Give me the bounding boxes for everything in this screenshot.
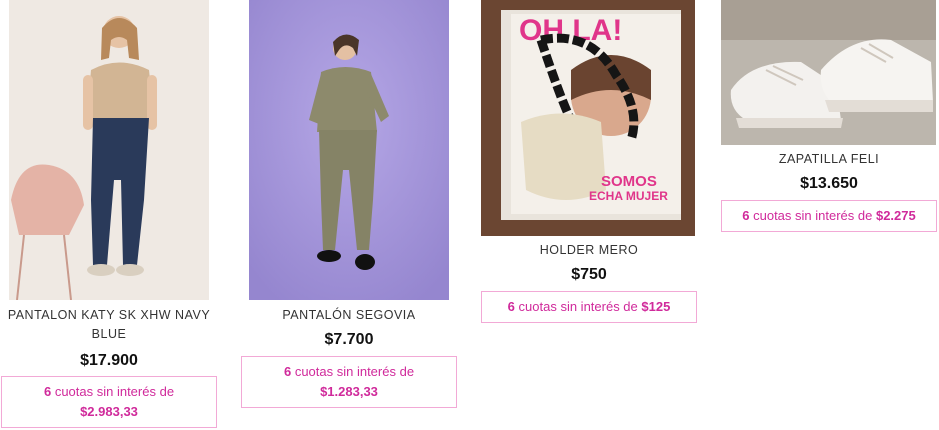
magazine-headline: SOMOS bbox=[601, 173, 657, 190]
product-image-1[interactable] bbox=[9, 0, 209, 300]
product-name-3[interactable]: HOLDER MERO bbox=[480, 241, 698, 260]
installments-text: cuotas sin interés de bbox=[518, 299, 638, 314]
installments-count: 6 bbox=[507, 299, 515, 314]
installments-box-1: 6 cuotas sin interés de $2.983,33 bbox=[1, 376, 217, 428]
product-price-2: $7.700 bbox=[324, 331, 374, 348]
installments-count: 6 bbox=[742, 208, 750, 223]
product-price-1: $17.900 bbox=[80, 352, 138, 369]
product-price-4: $13.650 bbox=[800, 175, 858, 192]
installments-box-3: 6 cuotas sin interés de $125 bbox=[481, 291, 697, 323]
product-name-1[interactable]: PANTALON KATY SK XHW NAVY BLUE bbox=[0, 306, 218, 344]
installments-amount: $125 bbox=[641, 299, 671, 314]
installments-amount: $2.275 bbox=[875, 208, 916, 223]
product-image-3[interactable]: OH LA! SOMOS ECHA MUJER bbox=[481, 0, 695, 236]
product-image-4[interactable] bbox=[721, 0, 936, 145]
installments-text: cuotas sin interés de bbox=[753, 208, 873, 223]
installments-count: 6 bbox=[43, 384, 52, 399]
magazine-logo: OH LA! bbox=[519, 14, 622, 47]
installments-count: 6 bbox=[283, 364, 292, 379]
installments-amount: $2.983,33 bbox=[80, 404, 138, 419]
installments-text: cuotas sin interés de bbox=[294, 364, 415, 379]
installments-amount: $1.283,33 bbox=[320, 384, 378, 399]
product-name-4[interactable]: ZAPATILLA FELI bbox=[720, 150, 938, 169]
product-photo-sneakers-icon bbox=[721, 0, 936, 145]
installments-box-4: 6 cuotas sin interés de $2.275 bbox=[721, 200, 937, 232]
product-name-2[interactable]: PANTALÓN SEGOVIA bbox=[240, 306, 458, 325]
product-photo-jeans-icon bbox=[9, 0, 209, 300]
product-photo-jogger-icon bbox=[249, 0, 449, 300]
product-photo-magazine-icon: OH LA! SOMOS ECHA MUJER bbox=[481, 0, 695, 236]
product-price-3: $750 bbox=[571, 266, 607, 283]
installments-text: cuotas sin interés de bbox=[54, 384, 175, 399]
magazine-headline-2: ECHA MUJER bbox=[589, 189, 668, 203]
installments-box-2: 6 cuotas sin interés de $1.283,33 bbox=[241, 356, 457, 408]
product-image-2[interactable] bbox=[249, 0, 449, 300]
